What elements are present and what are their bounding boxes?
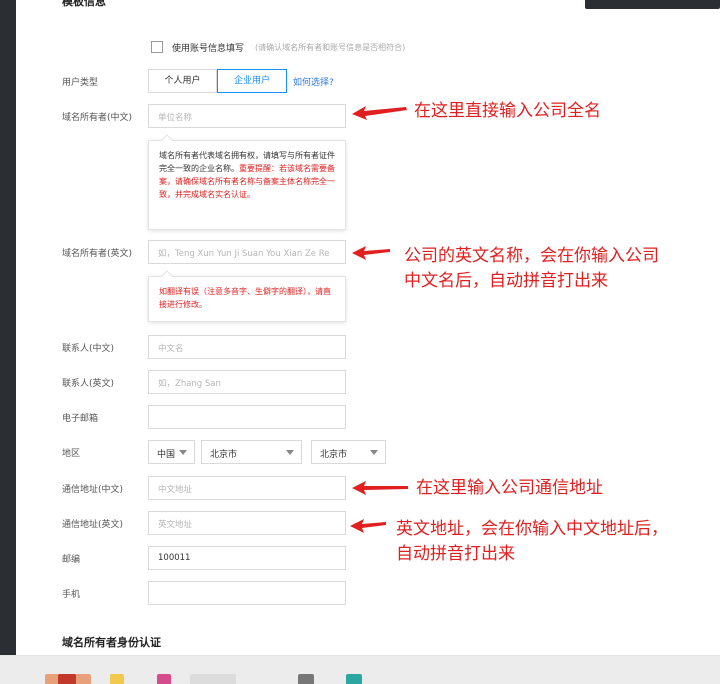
- annotation-text-2b: 中文名后，自动拼音打出来: [404, 271, 608, 291]
- phone-input[interactable]: [148, 581, 346, 605]
- contact-cn-placeholder: 中文名: [158, 344, 184, 354]
- taskbar-app-icon[interactable]: [157, 674, 171, 684]
- annotation-arrow-3: [352, 481, 408, 495]
- address-en-label: 通信地址(英文): [62, 520, 124, 530]
- sidebar-strip: [0, 0, 16, 656]
- city-select[interactable]: 北京市: [311, 440, 386, 464]
- owner-en-label: 域名所有者(英文): [62, 249, 133, 259]
- chevron-down-icon: [286, 450, 294, 455]
- use-account-info-hint: (请确认域名所有者和账号信息是否相符合): [255, 43, 406, 52]
- user-type-personal-button[interactable]: 个人用户: [148, 69, 217, 93]
- address-cn-placeholder: 中文地址: [158, 485, 193, 495]
- annotation-arrow-4: [350, 519, 386, 533]
- owner-en-input[interactable]: 如，Teng Xun Yun Ji Suan You Xian Ze Re: [148, 240, 346, 264]
- email-input[interactable]: [148, 405, 346, 429]
- taskbar-app-icon[interactable]: [110, 674, 124, 684]
- owner-cn-tooltip: 域名所有者代表域名拥有权，请填写与所有者证件完全一致的企业名称。重要提醒：若该域…: [148, 134, 346, 230]
- contact-en-placeholder: 如，Zhang San: [158, 379, 221, 389]
- owner-cn-placeholder: 单位名称: [158, 113, 193, 123]
- phone-label: 手机: [62, 590, 81, 600]
- contact-cn-label: 联系人(中文): [62, 344, 115, 354]
- owner-en-placeholder: 如，Teng Xun Yun Ji Suan You Xian Ze Re: [158, 249, 330, 259]
- address-en-input[interactable]: 英文地址: [148, 511, 346, 535]
- tooltip-caret: [161, 270, 173, 282]
- address-en-placeholder: 英文地址: [158, 520, 193, 530]
- annotation-arrow-1: [352, 106, 407, 120]
- region-label: 地区: [62, 449, 81, 459]
- user-type-enterprise-button[interactable]: 企业用户: [217, 69, 287, 93]
- owner-cn-input[interactable]: 单位名称: [148, 104, 346, 128]
- annotation-arrow-2: [352, 246, 390, 260]
- annotation-text-4a: 英文地址，会在你输入中文地址后，: [396, 519, 668, 539]
- address-cn-input[interactable]: 中文地址: [148, 476, 346, 500]
- province-value: 北京市: [210, 450, 238, 460]
- country-select[interactable]: 中国: [148, 440, 195, 464]
- owner-en-tooltip: 如翻译有误（注意多音字、生僻字的翻译），请直接进行修改。: [148, 270, 346, 322]
- chevron-down-icon: [179, 450, 187, 455]
- contact-en-label: 联系人(英文): [62, 379, 115, 389]
- annotation-text-1: 在这里直接输入公司全名: [414, 101, 601, 121]
- email-label: 电子邮箱: [62, 414, 99, 424]
- identity-verification-title: 域名所有者身份认证: [62, 636, 161, 649]
- zip-label: 邮编: [62, 555, 81, 565]
- user-type-label: 用户类型: [62, 78, 99, 88]
- address-cn-label: 通信地址(中文): [62, 485, 124, 495]
- taskbar-app-icon[interactable]: [298, 674, 314, 684]
- tooltip-caret: [161, 134, 173, 146]
- section-title: 模板信息: [62, 0, 106, 8]
- top-bar-fragment: [585, 0, 720, 9]
- province-select[interactable]: 北京市: [201, 440, 302, 464]
- owner-cn-label: 域名所有者(中文): [62, 113, 133, 123]
- country-value: 中国: [157, 450, 176, 460]
- chevron-down-icon: [370, 450, 378, 455]
- city-value: 北京市: [320, 450, 348, 460]
- zip-input[interactable]: 100011: [148, 546, 346, 570]
- owner-en-tip-warning: 如翻译有误（注意多音字、生僻字的翻译），请直接进行修改。: [159, 287, 331, 309]
- annotation-text-4b: 自动拼音打出来: [396, 544, 515, 564]
- use-account-info-label[interactable]: 使用账号信息填写: [172, 41, 244, 54]
- contact-en-input[interactable]: 如，Zhang San: [148, 370, 346, 394]
- registration-page: 模板信息 使用账号信息填写 (请确认域名所有者和账号信息是否相符合) 用户类型 …: [0, 0, 720, 684]
- taskbar-app-icon[interactable]: [190, 674, 236, 684]
- taskbar-app-icon[interactable]: [58, 674, 76, 684]
- how-to-choose-link[interactable]: 如何选择?: [293, 75, 334, 88]
- use-account-info-checkbox[interactable]: [151, 41, 163, 53]
- taskbar-app-icon[interactable]: [346, 674, 362, 684]
- contact-cn-input[interactable]: 中文名: [148, 335, 346, 359]
- annotation-text-3: 在这里输入公司通信地址: [416, 478, 603, 498]
- zip-value: 100011: [158, 553, 191, 563]
- annotation-text-2a: 公司的英文名称，会在你输入公司: [404, 246, 659, 266]
